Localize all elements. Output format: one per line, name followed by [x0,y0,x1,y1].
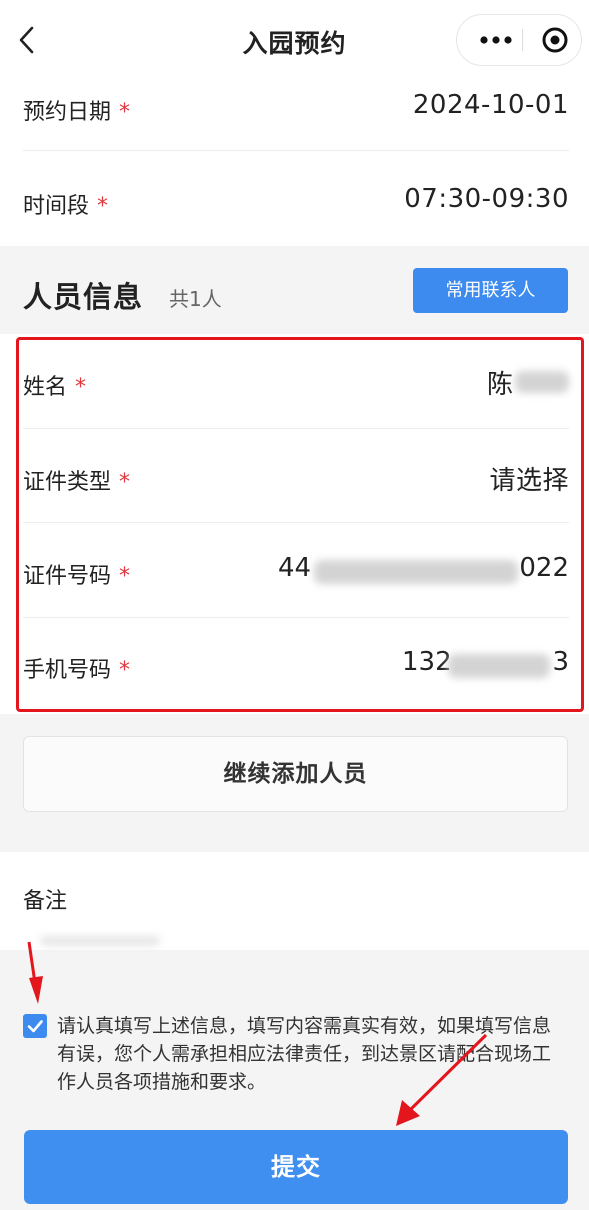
required-star: * [97,194,109,219]
agreement-text: 请认真填写上述信息，填写内容需真实有效，如果填写信息有误，您个人需承担相应法律责… [57,1015,552,1093]
capsule-divider [522,29,523,51]
divider [23,150,569,151]
arrow-annotation-icon [27,941,43,1004]
booking-time-section: 预约日期 * 2024-10-01 时间段 * 07:30-09:30 [0,82,589,246]
redacted-mask [40,936,160,946]
remark-section: 备注 [0,852,589,950]
people-count: 共1人 [169,287,222,311]
frequent-contacts-button[interactable]: 常用联系人 [413,268,568,313]
highlight-annotation-box [16,337,584,712]
time-value[interactable]: 07:30-09:30 [404,184,569,214]
submit-button[interactable]: 提交 [24,1130,568,1204]
top-nav-bar: 入园预约 [0,0,589,82]
add-person-button[interactable]: 继续添加人员 [23,736,568,812]
date-value[interactable]: 2024-10-01 [413,90,569,120]
checkmark-icon [27,1020,43,1033]
target-close-icon[interactable] [529,15,579,65]
mini-program-capsule [456,14,582,66]
required-star: * [119,100,131,125]
agreement-checkbox[interactable] [23,1014,47,1038]
more-dots-icon[interactable] [467,15,521,65]
date-row-label: 预约日期 * [23,100,131,125]
people-section-title: 人员信息 [23,280,144,314]
time-row-label: 时间段 * [23,194,109,219]
